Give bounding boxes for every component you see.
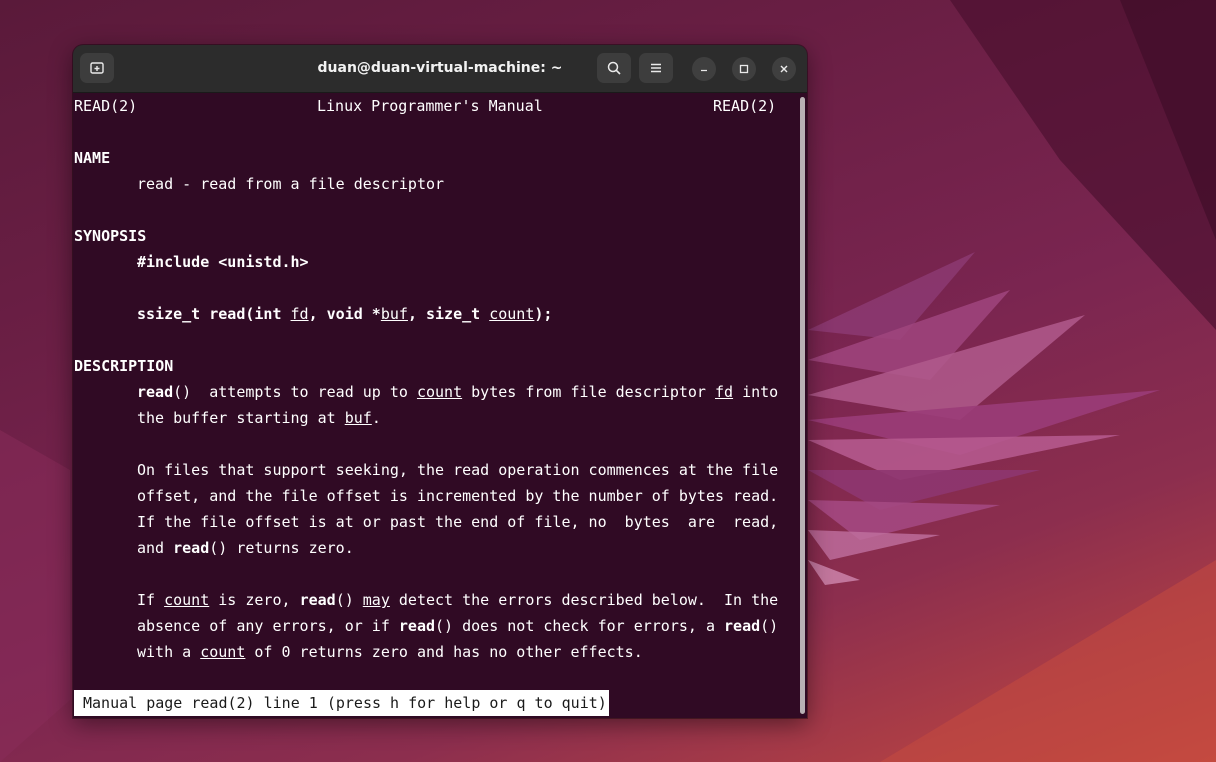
text: and: [137, 539, 174, 557]
text: .: [371, 409, 381, 427]
hamburger-menu-icon: [651, 63, 661, 73]
text: () attempts to read up to: [173, 383, 417, 401]
section-heading-description: DESCRIPTION: [74, 357, 174, 375]
sig-part: , void *: [308, 305, 381, 323]
minimize-icon: [701, 69, 707, 72]
text: (): [335, 591, 363, 609]
text: with a: [137, 643, 201, 661]
sig-arg-buf: buf: [380, 305, 408, 323]
sig-part: ssize_t read(int: [137, 305, 291, 323]
man-header-left: READ(2): [74, 97, 138, 115]
synopsis-include: #include <unistd.h>: [137, 253, 309, 271]
keyword-read: read: [173, 539, 210, 557]
sig-part: );: [534, 305, 553, 323]
text: (): [760, 617, 779, 635]
desc-p1-line1: read() attempts to read up to count byte…: [137, 379, 778, 405]
close-button[interactable]: [772, 57, 796, 81]
minimize-button[interactable]: [692, 57, 716, 81]
text: into: [733, 383, 779, 401]
search-icon: [607, 61, 621, 75]
arg-count: count: [164, 591, 210, 609]
synopsis-signature: ssize_t read(int fd, void *buf, size_t c…: [137, 301, 552, 327]
arg-count: count: [416, 383, 463, 401]
desc-p3-line2: absence of any errors, or if read() does…: [137, 613, 778, 639]
arg-buf: buf: [344, 409, 372, 427]
pager-status-line: Manual page read(2) line 1 (press h for …: [74, 690, 609, 716]
man-header-right: READ(2): [713, 97, 777, 115]
word-may: may: [362, 591, 390, 609]
desc-p3-line3: with a count of 0 returns zero and has n…: [137, 639, 643, 665]
section-heading-name: NAME: [74, 149, 111, 167]
text: detect the errors described below. In th…: [389, 591, 779, 609]
new-tab-button[interactable]: [80, 53, 114, 83]
desc-p2-line1: On files that support seeking, the read …: [137, 461, 779, 479]
desc-p1-line2: the buffer starting at buf.: [137, 405, 381, 431]
text: If: [137, 591, 165, 609]
arg-fd: fd: [715, 383, 734, 401]
text: of 0 returns zero and has no other effec…: [245, 643, 643, 661]
terminal-output[interactable]: READ(2) Linux Programmer's Manual READ(2…: [73, 93, 799, 718]
man-header-center: Linux Programmer's Manual: [317, 97, 543, 115]
text: is zero,: [209, 591, 300, 609]
text: () returns zero.: [209, 539, 354, 557]
maximize-icon: [739, 64, 749, 74]
name-text: read - read from a file descriptor: [137, 175, 445, 193]
arg-count: count: [200, 643, 246, 661]
desc-p2-line3: If the file offset is at or past the end…: [137, 513, 779, 531]
menu-button[interactable]: [639, 53, 673, 83]
keyword-read: read: [398, 617, 436, 635]
close-icon: [780, 65, 788, 73]
desc-p2-line4: and read() returns zero.: [137, 535, 354, 561]
maximize-button[interactable]: [732, 57, 756, 81]
keyword-read: read: [299, 591, 336, 609]
desc-p3-line1: If count is zero, read() may detect the …: [137, 587, 778, 613]
keyword-read: read: [724, 617, 761, 635]
section-heading-synopsis: SYNOPSIS: [74, 227, 147, 245]
text: () does not check for errors, a: [435, 617, 725, 635]
sig-part: , size_t: [407, 305, 490, 323]
sig-arg-count: count: [489, 305, 535, 323]
text: the buffer starting at: [137, 409, 345, 427]
desc-p2-line2: offset, and the file offset is increment…: [137, 487, 779, 505]
sig-arg-fd: fd: [290, 305, 309, 323]
scrollbar-thumb[interactable]: [800, 97, 805, 714]
text: bytes from file descriptor: [462, 383, 715, 401]
terminal-window: duan@duan-virtual-machine: ~ READ(2) Lin…: [73, 45, 807, 718]
scrollbar[interactable]: [799, 93, 807, 718]
text: absence of any errors, or if: [137, 617, 399, 635]
search-button[interactable]: [597, 53, 631, 83]
keyword-read: read: [137, 383, 174, 401]
new-tab-icon: [90, 62, 104, 74]
titlebar: duan@duan-virtual-machine: ~: [73, 45, 807, 93]
